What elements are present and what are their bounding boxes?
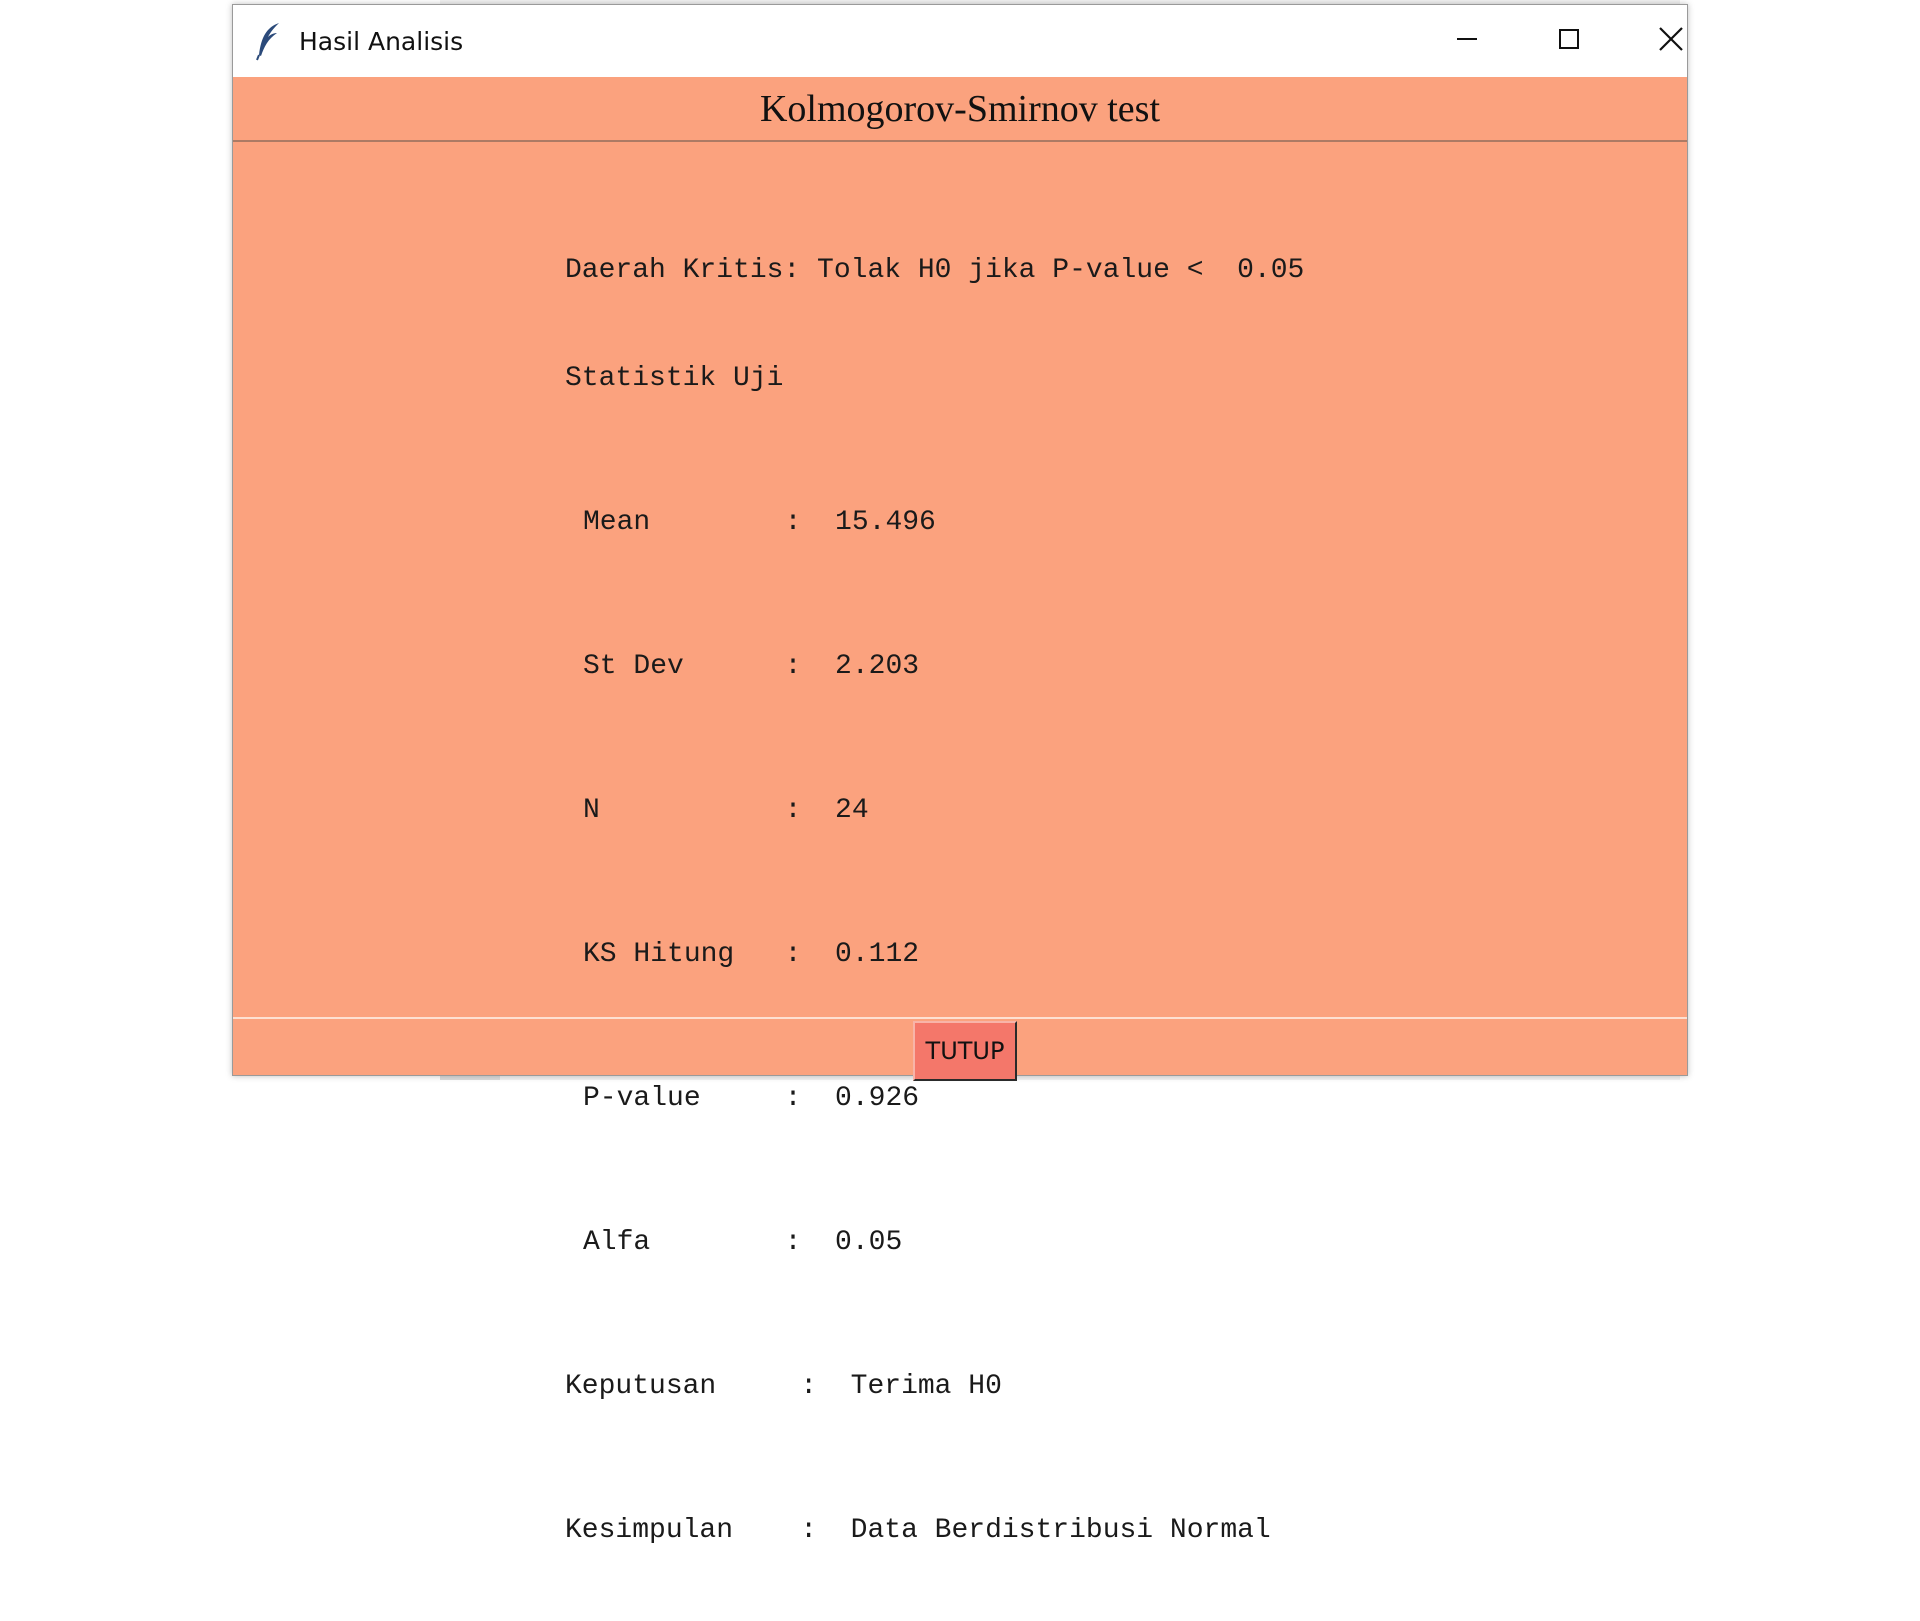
separator-colon: : xyxy=(751,1227,836,1258)
stat-value: 0.112 xyxy=(835,939,920,970)
separator-colon: : xyxy=(766,1371,851,1402)
close-icon xyxy=(1658,26,1684,57)
conclusion-label: Kesimpulan xyxy=(565,1515,767,1546)
stat-row-ks: KS Hitung : 0.112 xyxy=(565,937,1304,973)
maximize-icon xyxy=(1557,27,1581,56)
close-dialog-button[interactable]: TUTUP xyxy=(913,1021,1017,1081)
stat-label: N xyxy=(583,795,752,826)
feather-icon xyxy=(253,21,285,61)
stat-row-pvalue: P-value : 0.926 xyxy=(565,1081,1304,1117)
decision-line: Keputusan : Terima H0 xyxy=(565,1369,1304,1405)
separator-colon: : xyxy=(751,795,836,826)
separator-colon: : xyxy=(751,651,836,682)
separator-colon: : xyxy=(751,1083,836,1114)
stat-value: 2.203 xyxy=(835,651,920,682)
minimize-button[interactable] xyxy=(1417,5,1517,77)
conclusion-line: Kesimpulan : Data Berdistribusi Normal xyxy=(565,1513,1304,1549)
footer-divider xyxy=(233,1017,1687,1019)
stat-value: 0.926 xyxy=(835,1083,920,1114)
stat-label: KS Hitung xyxy=(583,939,752,970)
decision-value: Terima H0 xyxy=(850,1371,1002,1402)
stat-label: Alfa xyxy=(583,1227,752,1258)
conclusion-value: Data Berdistribusi Normal xyxy=(850,1515,1271,1546)
separator-colon: : xyxy=(766,1515,851,1546)
result-text: Daerah Kritis: Tolak H0 jika P-value < 0… xyxy=(565,181,1304,1621)
header-divider xyxy=(233,140,1687,142)
stat-row-mean: Mean : 15.496 xyxy=(565,505,1304,541)
stat-label: P-value xyxy=(583,1083,752,1114)
title-bar[interactable]: Hasil Analisis xyxy=(233,5,1687,77)
result-window: Hasil Analisis Kolmogorov-Smirnov test D… xyxy=(232,4,1688,1546)
test-title: Kolmogorov-Smirnov test xyxy=(759,88,1161,130)
stat-value: 15.496 xyxy=(835,507,936,538)
critical-region-line: Daerah Kritis: Tolak H0 jika P-value < 0… xyxy=(565,255,1305,286)
decision-label: Keputusan xyxy=(565,1371,767,1402)
separator-colon: : xyxy=(751,939,836,970)
stat-value: 24 xyxy=(835,795,869,826)
close-button[interactable] xyxy=(1621,5,1721,77)
statistic-heading: Statistik Uji xyxy=(565,363,784,394)
stat-row-stdev: St Dev : 2.203 xyxy=(565,649,1304,685)
separator-colon: : xyxy=(751,507,836,538)
window-title: Hasil Analisis xyxy=(299,27,464,56)
stat-value: 0.05 xyxy=(835,1227,903,1258)
stat-label: St Dev xyxy=(583,651,752,682)
maximize-button[interactable] xyxy=(1519,5,1619,77)
stat-label: Mean xyxy=(583,507,752,538)
stat-row-alpha: Alfa : 0.05 xyxy=(565,1225,1304,1261)
stat-row-n: N : 24 xyxy=(565,793,1304,829)
minimize-icon xyxy=(1455,27,1479,56)
